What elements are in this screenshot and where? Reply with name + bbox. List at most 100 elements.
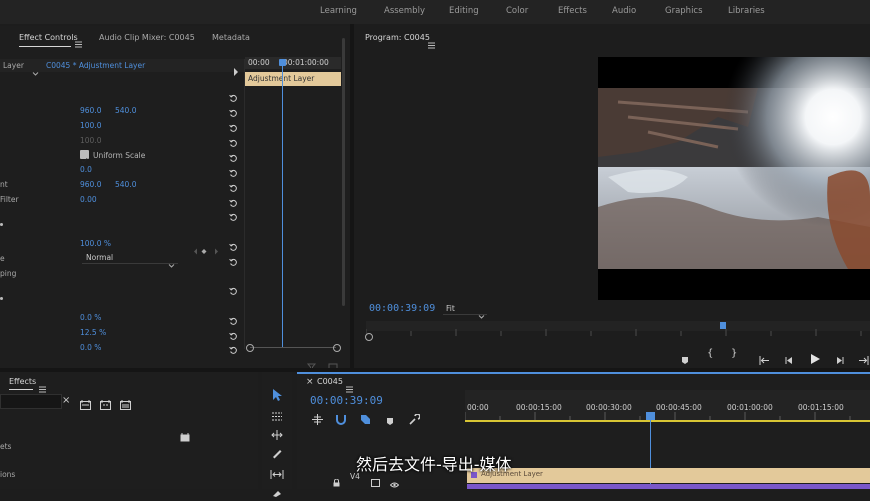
timeline-timecode[interactable]: 00:00:39:09 bbox=[310, 394, 383, 407]
reset-icon[interactable] bbox=[229, 252, 238, 266]
zoom-handle[interactable] bbox=[365, 333, 373, 341]
workspace-tab-libraries[interactable]: Libraries bbox=[728, 6, 765, 16]
presets-label[interactable]: ets bbox=[0, 442, 11, 451]
transform-value-1[interactable]: 0.0 % bbox=[80, 313, 101, 322]
step-back-icon[interactable] bbox=[785, 350, 794, 369]
reset-icon[interactable] bbox=[229, 118, 238, 132]
position-x[interactable]: 960.0 bbox=[80, 106, 101, 115]
reset-icon[interactable] bbox=[229, 340, 238, 354]
workspace-tab-editing[interactable]: Editing bbox=[449, 6, 479, 16]
work-area-bar[interactable] bbox=[465, 420, 870, 422]
nest-icon[interactable] bbox=[312, 410, 323, 429]
next-track-clip[interactable] bbox=[467, 484, 870, 489]
uniform-scale-checkbox[interactable] bbox=[80, 150, 89, 164]
tab-effect-controls[interactable]: Effect Controls bbox=[19, 33, 78, 42]
ec-clip-bar[interactable]: Adjustment Layer bbox=[245, 72, 341, 86]
reset-icon[interactable] bbox=[229, 281, 238, 295]
transform-value-3[interactable]: 0.0 % bbox=[80, 343, 101, 352]
expand-arrow-icon[interactable] bbox=[233, 61, 239, 80]
selection-tool-icon[interactable] bbox=[272, 386, 282, 405]
workspace-tab-effects[interactable]: Effects bbox=[558, 6, 587, 16]
opacity-value[interactable]: 100.0 % bbox=[80, 239, 111, 248]
mark-out-icon[interactable]: } bbox=[731, 348, 737, 359]
effects-search-input[interactable] bbox=[0, 394, 62, 409]
eye-icon[interactable] bbox=[389, 473, 400, 492]
ec-time-ruler[interactable]: 00:00 00:01:00:00 bbox=[245, 57, 341, 69]
workspace-tab-audio[interactable]: Audio bbox=[612, 6, 636, 16]
panel-menu-icon[interactable] bbox=[428, 34, 435, 53]
wrench-icon[interactable] bbox=[409, 410, 421, 429]
transform-value-2[interactable]: 12.5 % bbox=[80, 328, 106, 337]
program-title[interactable]: Program: C0045 bbox=[365, 33, 430, 42]
video-frame[interactable] bbox=[598, 7, 870, 300]
position-y[interactable]: 540.0 bbox=[115, 106, 136, 115]
ec-playhead[interactable] bbox=[282, 59, 283, 347]
keyframe-nav-icon[interactable] bbox=[193, 240, 219, 259]
reset-icon[interactable] bbox=[229, 326, 238, 340]
collapse-dot[interactable] bbox=[0, 223, 3, 226]
program-scrubber[interactable] bbox=[365, 321, 870, 336]
workspace-tab-graphics[interactable]: Graphics bbox=[665, 6, 703, 16]
go-to-in-icon[interactable] bbox=[759, 350, 770, 369]
chevron-down-icon[interactable] bbox=[32, 62, 39, 81]
reset-icon[interactable] bbox=[229, 311, 238, 325]
scale-value[interactable]: 100.0 bbox=[80, 121, 101, 130]
close-icon[interactable]: × bbox=[306, 377, 314, 387]
sequence-tab[interactable]: C0045 bbox=[317, 377, 343, 386]
track-select-tool-icon[interactable] bbox=[271, 406, 283, 425]
ripple-edit-tool-icon[interactable] bbox=[271, 425, 283, 444]
lock-icon[interactable] bbox=[333, 472, 340, 491]
zoom-handle-left[interactable] bbox=[246, 344, 254, 352]
slip-tool-icon[interactable] bbox=[270, 464, 284, 483]
effects-title[interactable]: Effects bbox=[9, 377, 36, 386]
tab-metadata[interactable]: Metadata bbox=[212, 33, 250, 42]
anchor-x[interactable]: 960.0 bbox=[80, 180, 101, 189]
bin-icon[interactable] bbox=[180, 427, 190, 446]
tab-audio-clip-mixer[interactable]: Audio Clip Mixer: C0045 bbox=[99, 33, 195, 42]
reset-icon[interactable] bbox=[229, 88, 238, 102]
clip-label[interactable]: C0045 * Adjustment Layer bbox=[46, 61, 145, 70]
program-playhead[interactable] bbox=[720, 322, 726, 329]
ec-scrollbar[interactable] bbox=[342, 38, 345, 306]
transitions-label[interactable]: ions bbox=[0, 470, 15, 479]
blend-mode-dropdown[interactable]: Normal bbox=[82, 252, 178, 268]
rotation-value[interactable]: 0.0 bbox=[80, 165, 92, 174]
program-timecode[interactable]: 00:00:39:09 bbox=[369, 303, 435, 314]
reset-icon[interactable] bbox=[229, 237, 238, 251]
flicker-value[interactable]: 0.00 bbox=[80, 195, 97, 204]
collapse-dot-2[interactable] bbox=[0, 297, 3, 300]
marker-icon[interactable] bbox=[681, 350, 689, 369]
ec-zoom-bar[interactable] bbox=[250, 347, 336, 348]
32bit-effects-icon[interactable] bbox=[100, 395, 111, 414]
reset-icon[interactable] bbox=[229, 133, 238, 147]
ec-playhead-handle[interactable] bbox=[279, 59, 286, 66]
razor-tool-icon[interactable] bbox=[271, 444, 282, 463]
anchor-y[interactable]: 540.0 bbox=[115, 180, 136, 189]
workspace-tab-learning[interactable]: Learning bbox=[320, 6, 357, 16]
close-icon[interactable]: × bbox=[62, 395, 70, 406]
fit-dropdown[interactable]: Fit bbox=[443, 303, 487, 319]
reset-icon[interactable] bbox=[229, 207, 238, 221]
panel-divider-v[interactable] bbox=[350, 24, 354, 372]
timeline-clip[interactable]: Adjustment Layer bbox=[467, 468, 870, 483]
timeline-playhead-handle[interactable] bbox=[646, 412, 655, 420]
reset-icon[interactable] bbox=[229, 103, 238, 117]
reset-icon[interactable] bbox=[229, 163, 238, 177]
add-marker-icon[interactable] bbox=[386, 411, 394, 430]
snap-icon[interactable] bbox=[336, 410, 346, 429]
panel-menu-icon[interactable] bbox=[75, 33, 82, 52]
accelerated-effects-icon[interactable] bbox=[80, 395, 91, 414]
timeline-ruler[interactable]: 00:00 00:00:15:00 00:00:30:00 00:00:45:0… bbox=[465, 390, 870, 422]
reset-icon[interactable] bbox=[229, 178, 238, 192]
reset-icon[interactable] bbox=[229, 193, 238, 207]
play-icon[interactable] bbox=[810, 349, 820, 368]
reset-icon[interactable] bbox=[229, 148, 238, 162]
yuv-effects-icon[interactable] bbox=[120, 395, 131, 414]
zoom-handle-right[interactable] bbox=[333, 344, 341, 352]
workspace-tab-color[interactable]: Color bbox=[506, 6, 528, 16]
go-to-out-icon[interactable] bbox=[858, 350, 869, 369]
mark-in-icon[interactable]: { bbox=[707, 348, 713, 359]
pen-tool-icon[interactable] bbox=[272, 482, 282, 501]
step-forward-icon[interactable] bbox=[835, 350, 844, 369]
linked-selection-icon[interactable] bbox=[360, 410, 371, 429]
